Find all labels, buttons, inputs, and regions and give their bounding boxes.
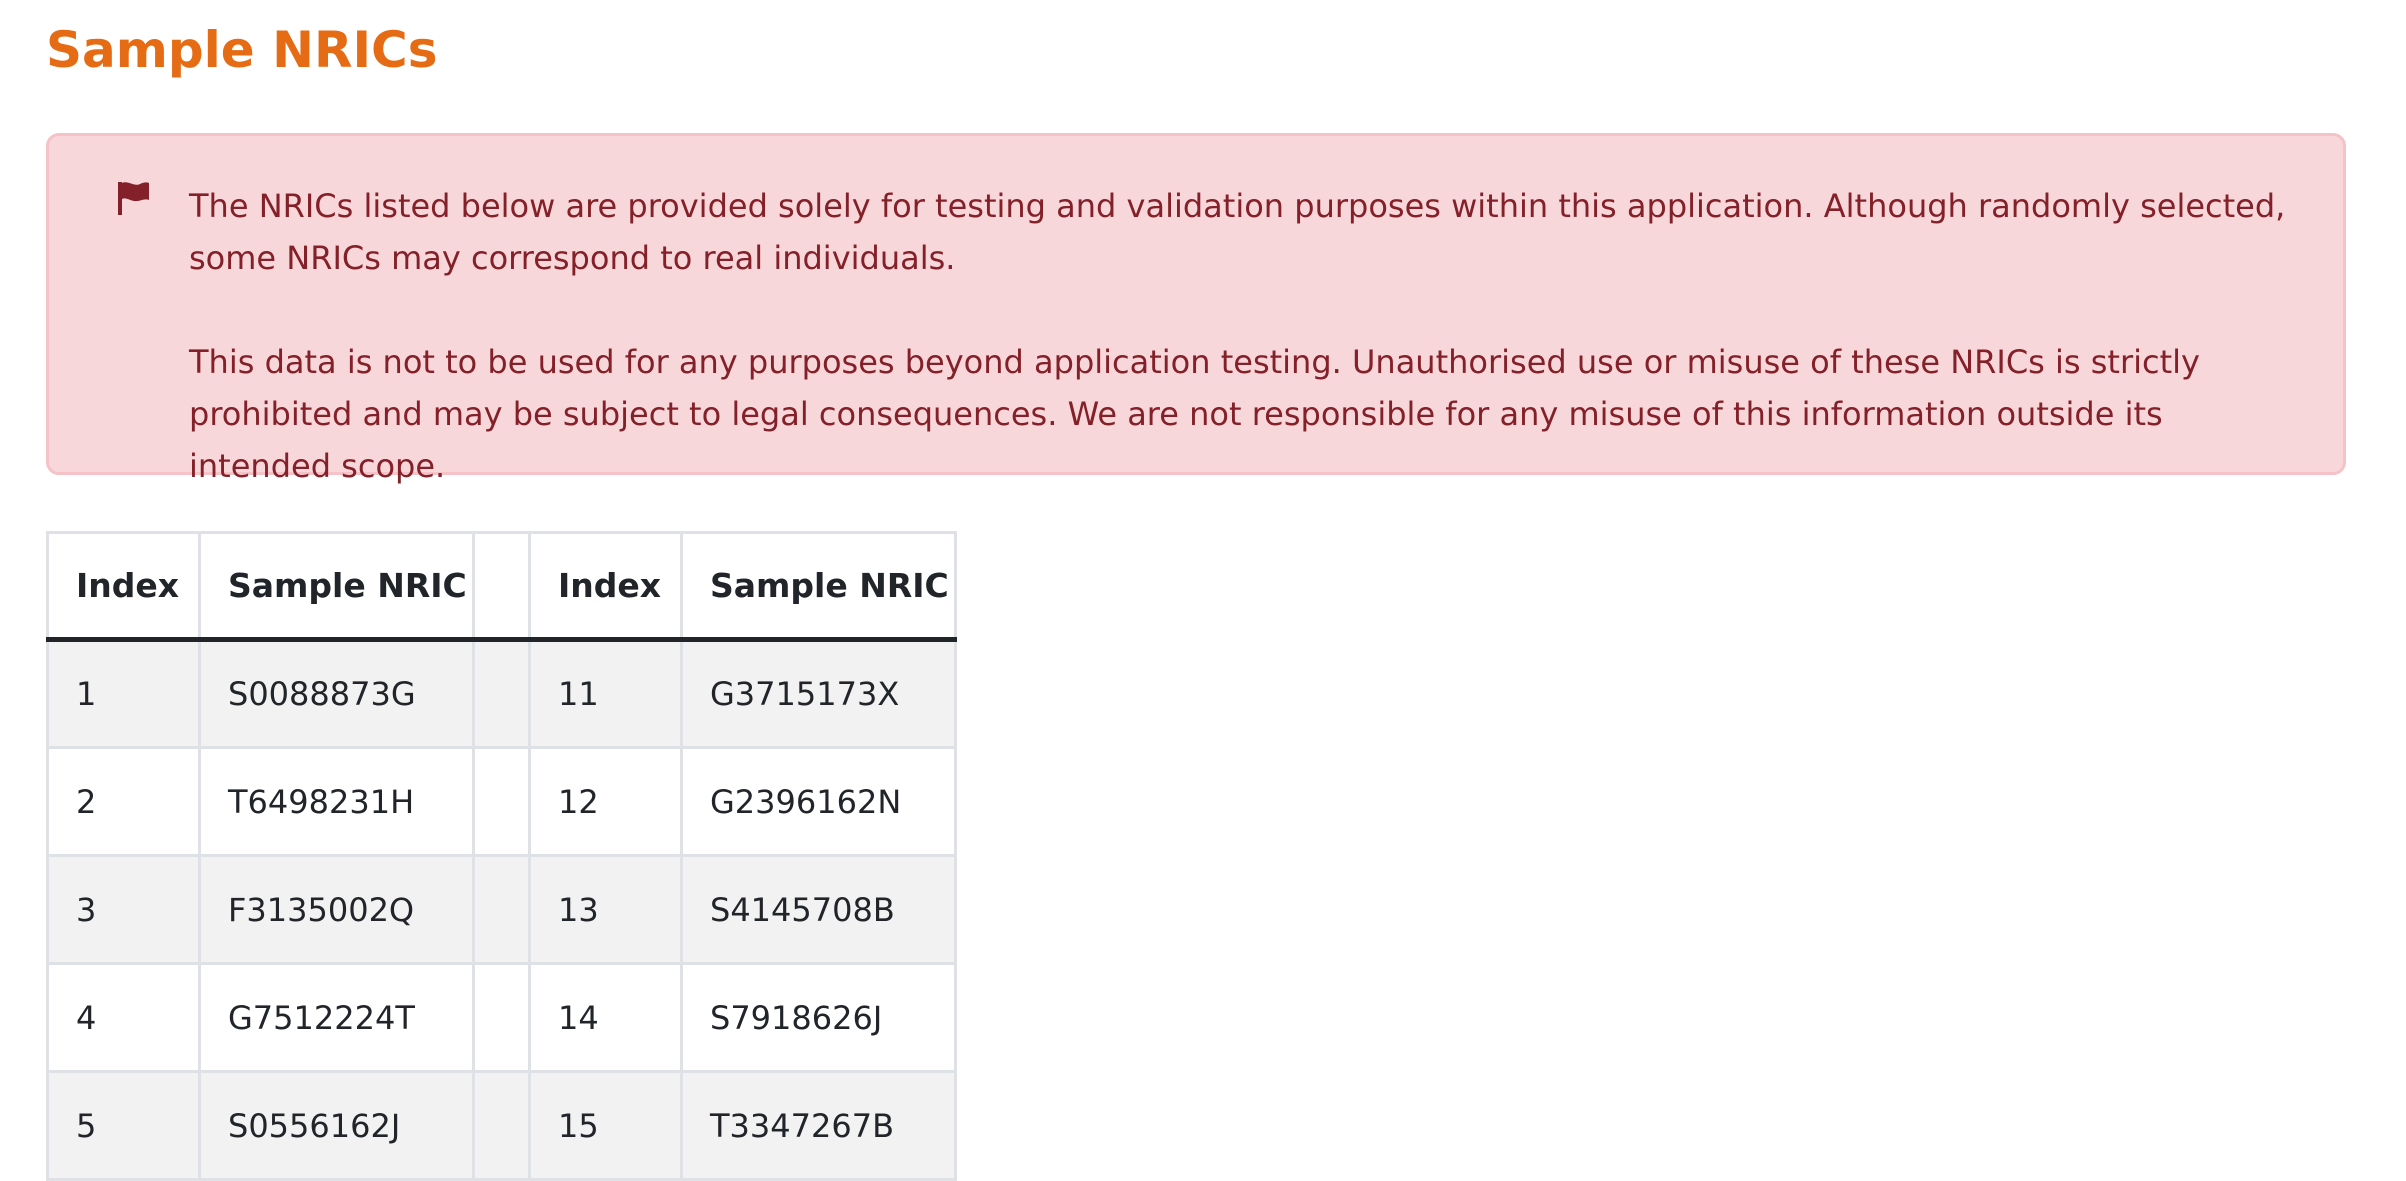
nric-cell: T6498231H bbox=[198, 746, 475, 857]
index-cell: 15 bbox=[528, 1070, 683, 1181]
nric-cell: G2396162N bbox=[680, 746, 957, 857]
index-cell: 14 bbox=[528, 962, 683, 1073]
index-cell: 5 bbox=[46, 1070, 201, 1181]
alert-body: The NRICs listed below are provided sole… bbox=[189, 180, 2309, 492]
nric-cell: G3715173X bbox=[680, 638, 957, 749]
alert-paragraph-1: The NRICs listed below are provided sole… bbox=[189, 187, 2286, 277]
header-sample-nric-1: Sample NRIC bbox=[198, 531, 475, 642]
index-cell: 3 bbox=[46, 854, 201, 965]
header-index-2: Index bbox=[528, 531, 683, 642]
nric-cell: G7512224T bbox=[198, 962, 475, 1073]
nric-table: Index Sample NRIC Index Sample NRIC 1 S0… bbox=[46, 531, 957, 1181]
table-row: 5 S0556162J 15 T3347267B bbox=[46, 1070, 957, 1181]
index-cell: 2 bbox=[46, 746, 201, 857]
table-header-row: Index Sample NRIC Index Sample NRIC bbox=[46, 531, 957, 642]
spacer-cell bbox=[472, 638, 531, 749]
nric-cell: T3347267B bbox=[680, 1070, 957, 1181]
nric-cell: S4145708B bbox=[680, 854, 957, 965]
index-cell: 4 bbox=[46, 962, 201, 1073]
header-index-1: Index bbox=[46, 531, 201, 642]
table-row: 3 F3135002Q 13 S4145708B bbox=[46, 854, 957, 965]
disclaimer-alert: The NRICs listed below are provided sole… bbox=[46, 133, 2346, 485]
table-row: 2 T6498231H 12 G2396162N bbox=[46, 746, 957, 857]
spacer-cell bbox=[472, 746, 531, 857]
nric-cell: F3135002Q bbox=[198, 854, 475, 965]
table-row: 4 G7512224T 14 S7918626J bbox=[46, 962, 957, 1073]
alert-paragraph-2: This data is not to be used for any purp… bbox=[189, 343, 2200, 485]
spacer-cell bbox=[472, 962, 531, 1073]
spacer-cell bbox=[472, 854, 531, 965]
page-title: Sample NRICs bbox=[46, 21, 438, 79]
table-row: 1 S0088873G 11 G3715173X bbox=[46, 638, 957, 749]
header-sample-nric-2: Sample NRIC bbox=[680, 531, 957, 642]
index-cell: 11 bbox=[528, 638, 683, 749]
index-cell: 1 bbox=[46, 638, 201, 749]
index-cell: 13 bbox=[528, 854, 683, 965]
nric-cell: S0088873G bbox=[198, 638, 475, 749]
spacer-cell bbox=[472, 1070, 531, 1181]
flag-icon bbox=[118, 182, 149, 215]
nric-cell: S0556162J bbox=[198, 1070, 475, 1181]
nric-cell: S7918626J bbox=[680, 962, 957, 1073]
header-spacer bbox=[472, 531, 531, 642]
index-cell: 12 bbox=[528, 746, 683, 857]
